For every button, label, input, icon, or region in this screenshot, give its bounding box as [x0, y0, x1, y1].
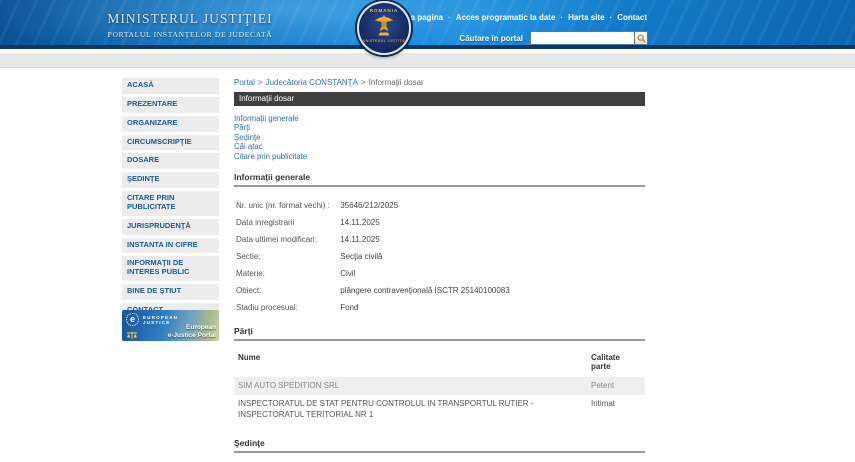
case-section-link[interactable]: Şedinţe [234, 133, 645, 142]
top-nav-link[interactable]: Acces programatic la date [443, 13, 556, 22]
ejustice-caption: European e-Justice Portal [168, 324, 216, 339]
search-input[interactable] [530, 31, 634, 45]
case-field-label: Data inregistrarii [236, 218, 295, 228]
sidebar-item[interactable]: INSTANTA IN CIFRE [122, 237, 219, 254]
parties-table: SIM AUTO SPEDITION SRL Petent INSPECTORA… [234, 377, 645, 424]
case-section-link[interactable]: Părţi [234, 123, 645, 132]
case-section-link[interactable]: Căi atac [234, 142, 645, 151]
case-field-row: Data ultimei modificari: 14.11.2025 [236, 235, 645, 244]
parties-table-header: Nume Calitate parte [234, 353, 645, 377]
case-field-value: 14.11.2025 [340, 235, 380, 245]
case-field-row: Stadiu procesual: Fond [236, 303, 645, 312]
romania-coat-of-arms-icon [359, 14, 409, 38]
case-section-links: Informaţii generale Părţi Şedinţe Căi atac C… [234, 114, 645, 161]
breadcrumb-portal-link[interactable]: Portal [234, 78, 255, 87]
case-field-row: Nr. unic (nr. format vechi) : 35646/212/… [236, 201, 645, 210]
header-gray-band [0, 53, 855, 68]
site-subtitle: PORTALUL INSTANŢELOR DE JUDECATĂ [107, 30, 273, 39]
hearings-heading: Şedinţe [234, 438, 645, 454]
parties-heading: Părţi [234, 326, 645, 342]
site-title: MINISTERUL JUSTIŢIEI [107, 11, 273, 26]
sidebar-item[interactable]: BINE DE ŞTIUT [122, 284, 219, 300]
top-nav-link[interactable]: Contact [605, 13, 647, 22]
case-field-label: Sectie: [236, 252, 261, 262]
sidebar-item[interactable]: ACASĂ [122, 78, 219, 94]
sidebar-menu: ACASĂ PREZENTARE ORGANIZARE CIRCUMSCRIPŢIE D… [122, 78, 219, 322]
party-name: INSPECTORATUL DE STAT PENTRU CONTROLUL I… [238, 399, 534, 419]
search-icon [636, 33, 646, 43]
case-field-label: Stadiu procesual: [236, 303, 298, 313]
ministry-emblem: ROMANIA MINISTERUL JUSTIŢIEI [357, 1, 411, 55]
scales-icon [126, 328, 138, 341]
case-field-value: Fond [340, 303, 359, 313]
ejustice-caption-line1: European [186, 324, 216, 331]
breadcrumb-separator: > [360, 78, 366, 87]
top-nav-link[interactable]: Harta site [555, 13, 604, 22]
case-field-row: Data inregistrarii 14.11.2025 [236, 218, 645, 227]
page-title-bar: Informaţii dosar [234, 92, 645, 106]
top-nav: Prima paginaAcces programatic la dateHar… [393, 13, 647, 22]
sidebar-item[interactable]: CIRCUMSCRIPŢIE [122, 134, 219, 151]
case-field-row: Obiect: plângere contravenţională ISCTR … [236, 286, 645, 295]
case-field-label: Obiect: [236, 286, 262, 296]
sidebar-item[interactable]: CITARE PRIN PUBLICITATE [122, 191, 219, 216]
breadcrumb-separator: > [257, 78, 263, 87]
case-field-value: plângere contravenţională ISCTR 25140100… [340, 286, 510, 296]
general-info-fields: Nr. unic (nr. format vechi) : 35646/212/… [234, 201, 645, 312]
party-role: Petent [591, 381, 615, 391]
case-field-value: 14.11.2025 [340, 218, 380, 228]
search-row: Căutare în portal [459, 31, 648, 45]
sidebar-item[interactable]: ORGANIZARE [122, 115, 219, 132]
search-label: Căutare în portal [459, 33, 523, 43]
breadcrumb: Portal > Judecătoria CONSTANŢA > Informaţii … [234, 78, 645, 87]
general-info-heading: Informaţii generale [234, 172, 645, 188]
party-name: SIM AUTO SPEDITION SRL [238, 381, 340, 391]
case-field-row: Sectie: Secţia civilă [236, 252, 645, 261]
case-field-label: Data ultimei modificari: [236, 235, 317, 245]
breadcrumb-court-link[interactable]: Judecătoria CONSTANŢA [266, 78, 358, 87]
sidebar-item[interactable]: PREZENTARE [122, 96, 219, 113]
sidebar-item[interactable]: ŞEDINŢE [122, 172, 219, 189]
main-content: Portal > Judecătoria CONSTANŢA > Informaţii … [234, 78, 645, 462]
party-role: Intimat [591, 399, 616, 409]
case-section-link[interactable]: Informaţii generale [234, 114, 645, 123]
party-row: INSPECTORATUL DE STAT PENTRU CONTROLUL I… [234, 395, 645, 424]
ejustice-banner[interactable]: e EUROPEAN JUSTICE European e-Justice Po… [122, 310, 219, 341]
breadcrumb-current: Informaţii dosar [368, 78, 424, 87]
header: MINISTERUL JUSTIŢIEI PORTALUL INSTANŢELO… [0, 0, 855, 49]
sidebar-item[interactable]: JURISPRUDENŢĂ [122, 218, 219, 235]
case-field-label: Materie: [236, 269, 265, 279]
case-field-label: Nr. unic (nr. format vechi) : [236, 201, 330, 211]
case-field-row: Materie: Civil [236, 269, 645, 278]
search-button[interactable] [634, 31, 648, 45]
ejustice-logo-icon: e [126, 313, 139, 326]
party-row: SIM AUTO SPEDITION SRL Petent [234, 377, 645, 396]
sidebar-item[interactable]: INFORMAŢII DE INTERES PUBLIC [122, 256, 219, 282]
column-header-name: Nume [238, 353, 261, 363]
masthead: MINISTERUL JUSTIŢIEI PORTALUL INSTANŢELO… [95, 11, 285, 39]
case-section-link[interactable]: Citare prin publicitate [234, 152, 645, 161]
sidebar-item[interactable]: DOSARE [122, 153, 219, 170]
case-field-value: Secţia civilă [340, 252, 383, 262]
case-field-value: 35646/212/2025 [340, 201, 399, 211]
emblem-ministry-label: MINISTERUL JUSTIŢIEI [360, 39, 408, 43]
column-header-role: Calitate parte [591, 353, 620, 372]
emblem-country-label: ROMANIA [369, 8, 399, 13]
case-field-value: Civil [340, 269, 356, 279]
ejustice-caption-line2: e-Justice Portal [167, 331, 216, 339]
